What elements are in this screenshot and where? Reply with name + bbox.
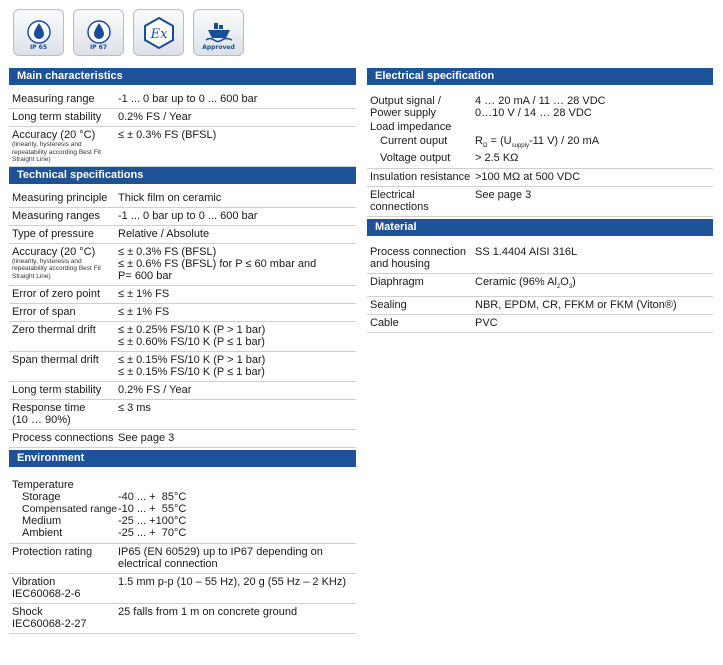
spec-row: Measuring range -1 ... 0 bar up to 0 ...… xyxy=(9,91,356,109)
spec-row: Type of pressure Relative / Absolute xyxy=(9,226,356,244)
spec-row: Accuracy (20 °C) (linearity, hysteresis … xyxy=(9,244,356,286)
spec-row: Measuring ranges -1 ... 0 bar up to 0 ..… xyxy=(9,208,356,226)
left-column: Main characteristics Measuring range -1 … xyxy=(9,68,356,634)
section-header: Environment xyxy=(9,449,356,467)
ex-badge: Ex xyxy=(133,9,184,56)
ship-icon xyxy=(205,22,232,42)
spec-row: Error of zero point ≤ ± 1% FS xyxy=(9,286,356,304)
ip67-label: IP 67 xyxy=(89,44,108,51)
ex-hexagon-icon: Ex xyxy=(143,16,174,49)
water-drop-icon xyxy=(26,19,51,44)
approved-badge: Approved xyxy=(193,9,244,56)
spec-row: Span thermal drift ≤ ± 0.15% FS/10 K (P … xyxy=(9,352,356,382)
spec-row: Process connections See page 3 xyxy=(9,430,356,448)
certification-badges: IP 65 IP 67 Ex Approved xyxy=(13,9,244,56)
ip65-label: IP 65 xyxy=(29,44,48,51)
spec-row: Accuracy (20 °C) (linearity, hysteresis … xyxy=(9,127,356,167)
environment-section: Environment Temperature Storage -40 ... … xyxy=(9,449,356,634)
spec-row: Cable PVC xyxy=(367,315,713,334)
spec-row: Zero thermal drift ≤ ± 0.25% FS/10 K (P … xyxy=(9,322,356,352)
spec-row: Process connection and housing SS 1.4404… xyxy=(367,244,713,275)
electrical-specification-section: Electrical specification Output signal /… xyxy=(367,68,713,218)
ip67-badge: IP 67 xyxy=(73,9,124,56)
section-header: Main characteristics xyxy=(9,68,356,85)
water-drop-icon xyxy=(86,19,111,44)
spec-row: Protection rating IP65 (EN 60529) up to … xyxy=(9,544,356,574)
section-header: Material xyxy=(367,219,713,237)
spec-row: Measuring principle Thick film on cerami… xyxy=(9,190,356,208)
spec-row: Error of span ≤ ± 1% FS xyxy=(9,304,356,322)
spec-row: Long term stability 0.2% FS / Year xyxy=(9,109,356,127)
svg-text:Ex: Ex xyxy=(149,27,167,42)
section-header: Electrical specification xyxy=(367,68,713,85)
spec-row: Insulation resistance >100 MΩ at 500 VDC xyxy=(367,169,713,188)
load-impedance-row: Load impedance Current ouput RΩ = (Usupp… xyxy=(367,119,713,170)
spec-row: Shock IEC60068-2-27 25 falls from 1 m on… xyxy=(9,604,356,634)
temperature-row: Temperature Storage -40 ... + 85°C Compe… xyxy=(9,477,356,544)
spec-row: Long term stability 0.2% FS / Year xyxy=(9,382,356,400)
technical-specifications-section: Technical specifications Measuring princ… xyxy=(9,166,356,448)
spec-row: Vibration IEC60068-2-6 1.5 mm p-p (10 – … xyxy=(9,574,356,604)
approved-label: Approved xyxy=(202,44,235,51)
right-column: Electrical specification Output signal /… xyxy=(367,68,713,334)
ip65-badge: IP 65 xyxy=(13,9,64,56)
spec-row: Output signal / Power supply 4 … 20 mA /… xyxy=(370,95,606,119)
spec-row: Diaphragm Ceramic (96% Al2O3) xyxy=(367,274,713,298)
section-header: Technical specifications xyxy=(9,166,356,184)
main-characteristics-section: Main characteristics Measuring range -1 … xyxy=(9,68,356,167)
spec-row: Electrical connections See page 3 xyxy=(367,187,713,218)
spec-row: Response time (10 … 90%) ≤ 3 ms xyxy=(9,400,356,430)
spec-row: Sealing NBR, EPDM, CR, FFKM or FKM (Vito… xyxy=(367,297,713,316)
material-section: Material Process connection and housing … xyxy=(367,219,713,334)
